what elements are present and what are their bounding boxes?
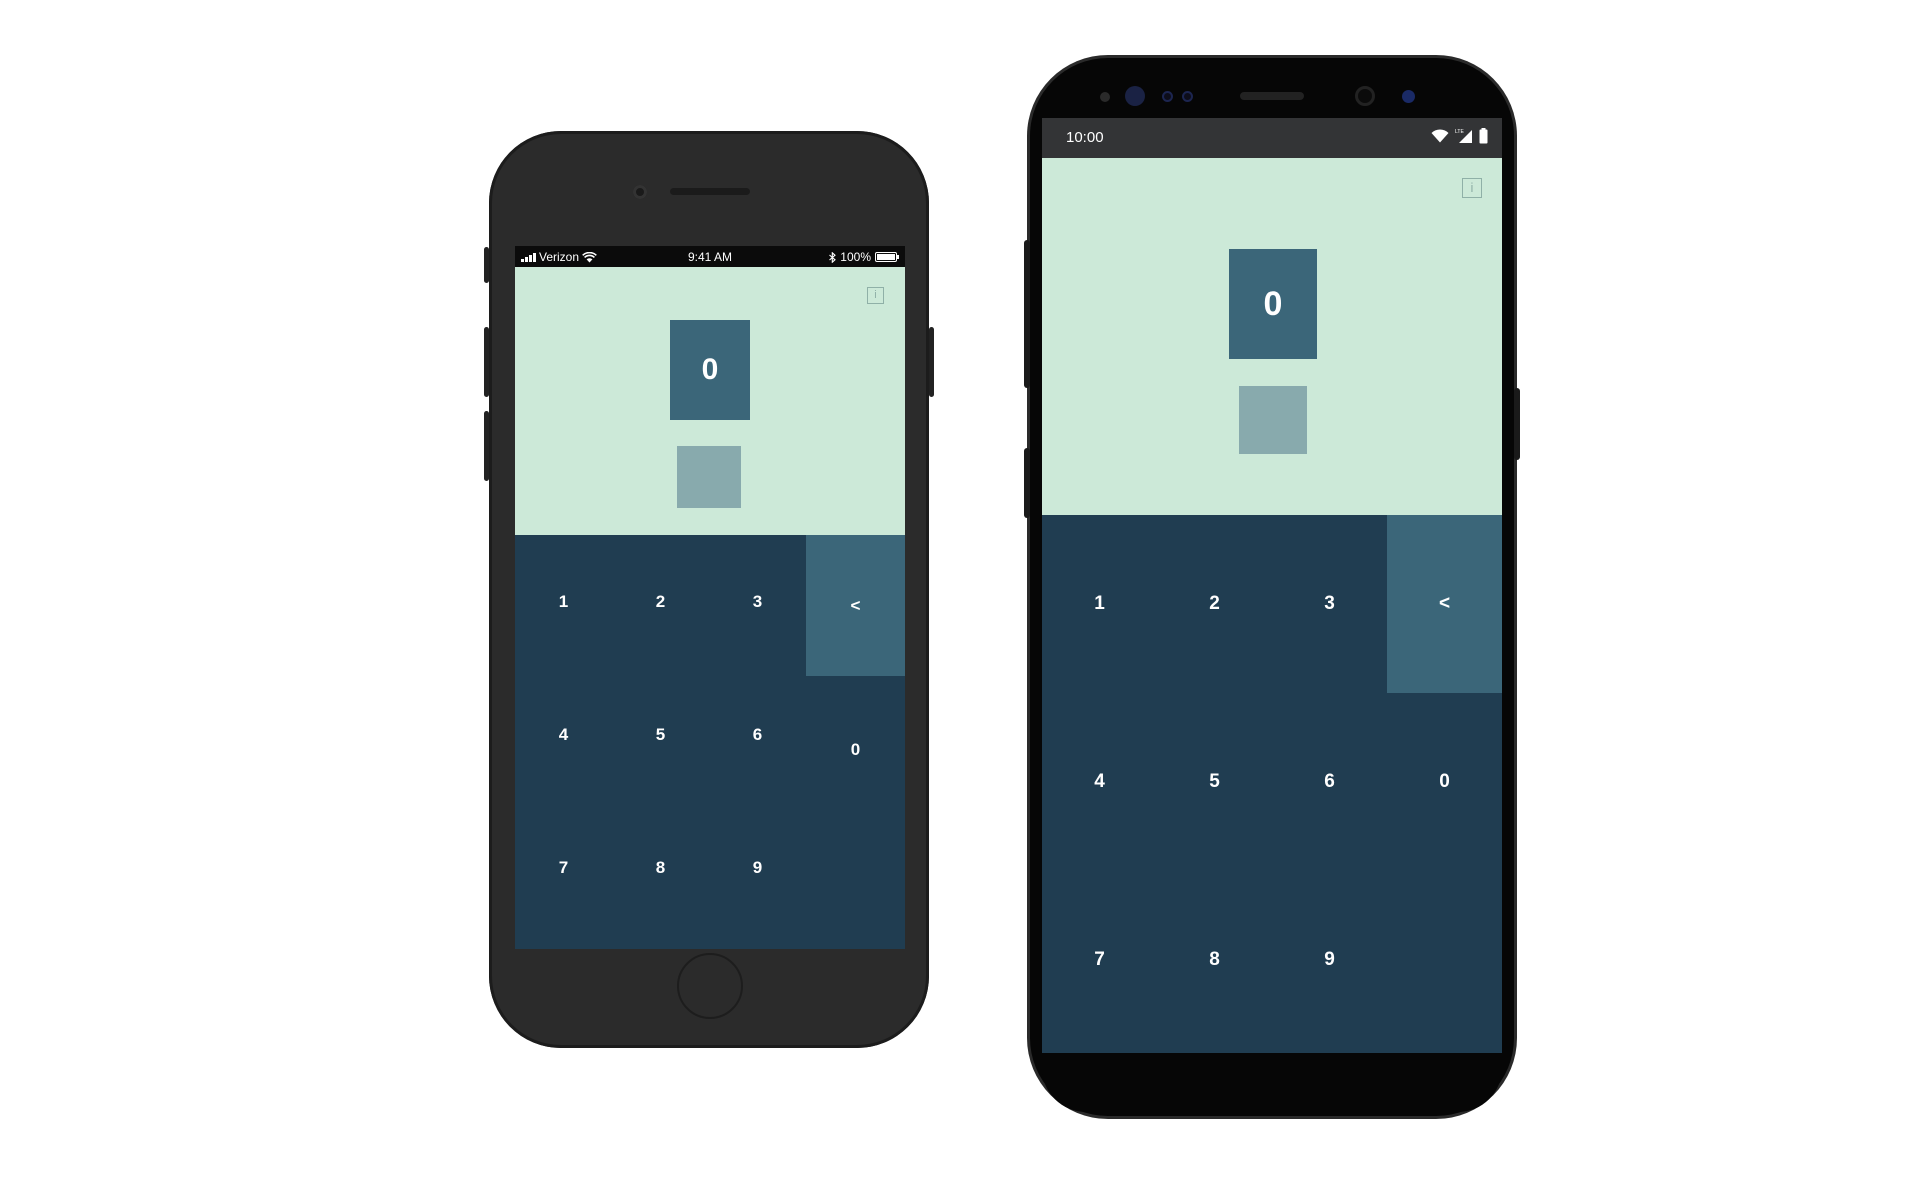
lte-signal-icon: LTE	[1455, 129, 1472, 143]
key-2[interactable]: 2	[1157, 515, 1272, 693]
current-digit-display: 0	[670, 320, 750, 420]
iris-led	[1402, 90, 1415, 103]
earpiece-speaker	[670, 188, 750, 195]
key-2[interactable]: 2	[612, 535, 709, 668]
android-screen: 10:00 LTE i 0 1 2 3 < 4 5 6 7 8 9 0	[1042, 118, 1502, 1112]
iris-scanner	[1125, 86, 1145, 106]
mute-switch	[484, 247, 489, 283]
key-7[interactable]: 7	[1042, 871, 1157, 1049]
key-3[interactable]: 3	[1272, 515, 1387, 693]
key-7[interactable]: 7	[515, 801, 612, 934]
android-app: i 0 1 2 3 < 4 5 6 7 8 9 0	[1042, 158, 1502, 1053]
key-0[interactable]: 0	[1387, 693, 1502, 871]
key-5[interactable]: 5	[612, 668, 709, 801]
display-panel: i 0	[515, 267, 905, 535]
info-icon[interactable]: i	[1462, 178, 1482, 198]
bluetooth-icon	[829, 251, 837, 263]
key-1[interactable]: 1	[515, 535, 612, 668]
key-4[interactable]: 4	[515, 668, 612, 801]
key-9[interactable]: 9	[1272, 871, 1387, 1049]
android-status-bar: 10:00 LTE	[1042, 118, 1502, 158]
status-time: 10:00	[1066, 129, 1104, 146]
front-camera	[1355, 86, 1375, 106]
power-button	[929, 327, 934, 397]
key-5[interactable]: 5	[1157, 693, 1272, 871]
iphone-screen: Verizon 9:41 AM 100% i 0 1 2 3 < 4 5 6 7…	[515, 246, 905, 949]
volume-down-button	[484, 411, 489, 481]
front-camera	[633, 185, 647, 199]
battery-icon	[875, 252, 899, 262]
number-keypad: 1 2 3 < 4 5 6 7 8 9 0	[515, 535, 905, 949]
wifi-icon	[1431, 129, 1449, 143]
key-4[interactable]: 4	[1042, 693, 1157, 871]
info-icon[interactable]: i	[867, 287, 884, 304]
key-3[interactable]: 3	[709, 535, 806, 668]
android-device: 10:00 LTE i 0 1 2 3 < 4 5 6 7 8 9 0	[1024, 58, 1520, 1116]
current-digit-display: 0	[1229, 249, 1317, 359]
number-keypad: 1 2 3 < 4 5 6 7 8 9 0	[1042, 515, 1502, 1053]
backspace-key[interactable]: <	[1387, 515, 1502, 693]
next-digit-placeholder	[677, 446, 741, 508]
key-9[interactable]: 9	[709, 801, 806, 934]
key-6[interactable]: 6	[709, 668, 806, 801]
light-sensor	[1162, 91, 1173, 102]
key-6[interactable]: 6	[1272, 693, 1387, 871]
next-digit-placeholder	[1239, 386, 1307, 454]
ambient-sensor	[1182, 91, 1193, 102]
proximity-sensor	[1100, 92, 1110, 102]
backspace-key[interactable]: <	[806, 535, 905, 676]
key-8[interactable]: 8	[612, 801, 709, 934]
svg-text:LTE: LTE	[1455, 129, 1464, 135]
volume-button	[1024, 240, 1030, 388]
home-button	[677, 953, 743, 1019]
key-1[interactable]: 1	[1042, 515, 1157, 693]
ios-status-bar: Verizon 9:41 AM 100%	[515, 246, 905, 267]
volume-up-button	[484, 327, 489, 397]
battery-icon	[1479, 128, 1488, 144]
key-8[interactable]: 8	[1157, 871, 1272, 1049]
iphone-device: Verizon 9:41 AM 100% i 0 1 2 3 < 4 5 6 7…	[484, 131, 934, 1048]
earpiece-speaker	[1240, 92, 1304, 100]
power-button	[1514, 388, 1520, 460]
key-0[interactable]: 0	[806, 676, 905, 824]
display-panel: i 0	[1042, 158, 1502, 515]
bixby-button	[1024, 448, 1030, 518]
battery-percentage: 100%	[840, 250, 871, 264]
